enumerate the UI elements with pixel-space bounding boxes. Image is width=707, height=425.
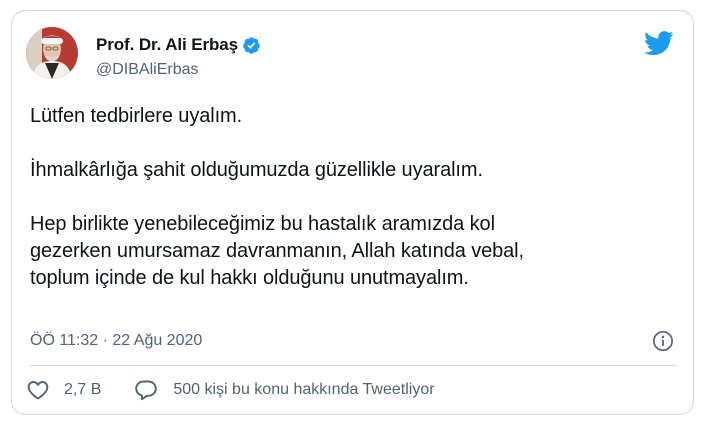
tweet-text: Lütfen tedbirlere uyalım. İhmalkârlığa ş… (30, 103, 680, 319)
author-avatar[interactable] (26, 27, 78, 79)
info-icon[interactable] (652, 330, 674, 352)
tweet-card[interactable]: Prof. Dr. Ali Erbaş @DIBAliErbas Lütfen … (11, 10, 694, 415)
heart-icon (27, 381, 49, 400)
author-display-name[interactable]: Prof. Dr. Ali Erbaş (96, 35, 238, 55)
like-count: 2,7 B (64, 381, 102, 398)
twitter-bird-icon[interactable] (644, 31, 674, 56)
verified-badge-icon (243, 36, 260, 54)
tweet-paragraph: Hep birlikte yenebileceğimiz bu hastalık… (30, 213, 524, 289)
like-button[interactable]: 2,7 B (26, 378, 101, 402)
reply-bubble-icon (135, 380, 158, 401)
reply-conversation-button[interactable]: 500 kişi bu konu hakkında Tweetliyor (134, 378, 435, 402)
tweet-timestamp[interactable]: ÖÖ 11:32 · 22 Ağu 2020 (30, 332, 202, 350)
tweet-actions: 2,7 B 500 kişi bu konu hakkında Tweetliy… (26, 378, 435, 402)
tweet-paragraph: İhmalkârlığa şahit olduğumuzda güzellikl… (30, 159, 483, 181)
author-name-row[interactable]: Prof. Dr. Ali Erbaş (96, 34, 261, 56)
card-divider (30, 365, 677, 366)
tweet-paragraph: Lütfen tedbirlere uyalım. (30, 105, 243, 127)
author-handle[interactable]: @DIBAliErbas (96, 61, 199, 79)
reply-label: 500 kişi bu konu hakkında Tweetliyor (173, 381, 435, 398)
